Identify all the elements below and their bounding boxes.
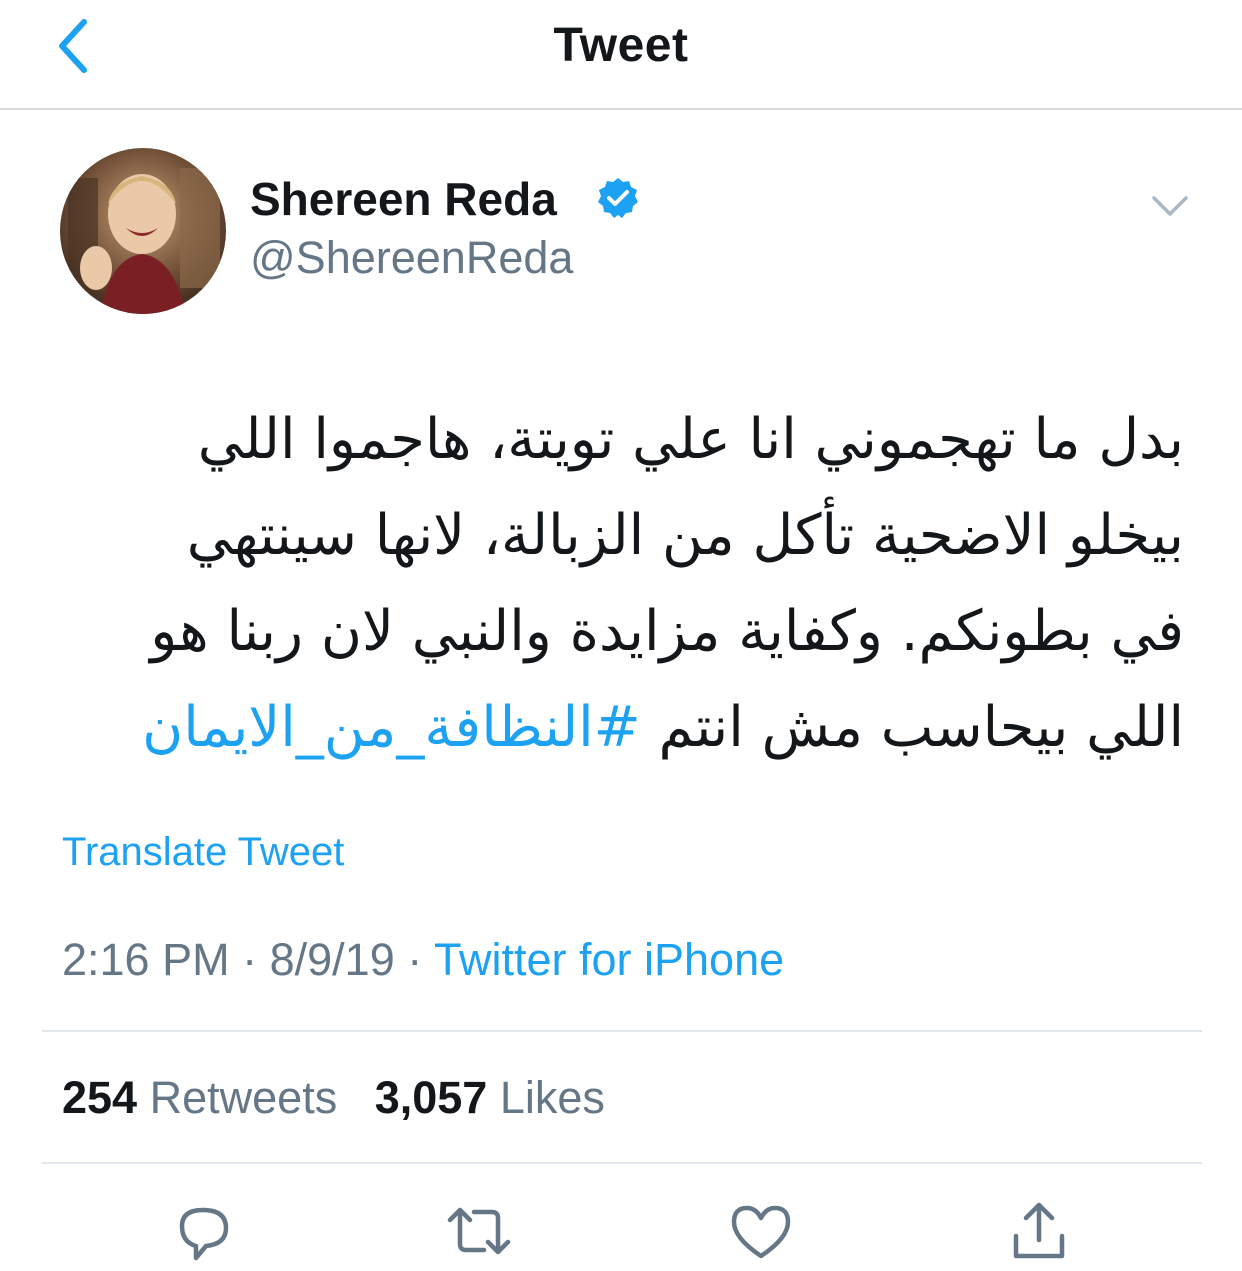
reply-button[interactable] xyxy=(168,1196,238,1266)
reply-icon xyxy=(179,1207,229,1261)
meta-separator: · xyxy=(242,934,258,985)
chevron-down-icon xyxy=(1152,196,1188,216)
likes-count: 3,057 xyxy=(374,1072,488,1123)
tweet-line: في بطونكم. وكفاية مزايدة والنبي لان ربنا… xyxy=(150,599,1184,664)
share-icon xyxy=(1013,1202,1065,1259)
retweet-icon xyxy=(447,1207,511,1255)
author-name[interactable]: Shereen Reda xyxy=(250,172,557,226)
retweet-button[interactable] xyxy=(444,1196,514,1266)
retweets-label: Retweets xyxy=(149,1072,338,1123)
verified-badge-icon xyxy=(598,178,638,218)
tweet-source-link[interactable]: Twitter for iPhone xyxy=(434,934,784,985)
tweet-meta: 2:16 PM · 8/9/19 · Twitter for iPhone xyxy=(62,934,784,986)
share-button[interactable] xyxy=(1004,1196,1074,1266)
divider xyxy=(42,1162,1202,1164)
retweets-stat[interactable]: 254 Retweets xyxy=(62,1072,337,1123)
tweet-line-text: اللي بيحاسب مش انتم xyxy=(658,695,1184,760)
meta-separator: · xyxy=(407,934,423,985)
nav-bar: Tweet xyxy=(0,0,1242,110)
page-title: Tweet xyxy=(553,19,689,72)
avatar[interactable] xyxy=(60,148,226,314)
tweet-stats: 254 Retweets 3,057 Likes xyxy=(62,1072,605,1124)
likes-label: Likes xyxy=(499,1072,605,1123)
avatar-image xyxy=(60,148,226,314)
like-button[interactable] xyxy=(726,1196,796,1266)
divider xyxy=(42,1030,1202,1032)
translate-tweet-link[interactable]: Translate Tweet xyxy=(62,830,344,875)
likes-stat[interactable]: 3,057 Likes xyxy=(375,1072,605,1123)
tweet-date: 8/9/19 xyxy=(269,934,395,985)
tweet-line: اللي بيحاسب مش انتم #النظافة_من_الايمان xyxy=(60,680,1184,776)
author-handle[interactable]: @ShereenReda xyxy=(250,232,573,284)
retweets-count: 254 xyxy=(62,1072,138,1123)
tweet-line: بدل ما تهجموني انا علي تويتة، هاجموا الل… xyxy=(197,407,1184,472)
tweet-text: بدل ما تهجموني انا علي تويتة، هاجموا الل… xyxy=(60,392,1184,776)
hashtag-link[interactable]: #النظافة_من_الايمان xyxy=(142,695,641,760)
tweet-time: 2:16 PM xyxy=(62,934,230,985)
like-icon xyxy=(731,1205,791,1259)
tweet-line: بيخلو الاضحية تأكل من الزبالة، لانها سين… xyxy=(186,503,1184,568)
more-options-button[interactable] xyxy=(1150,186,1190,226)
